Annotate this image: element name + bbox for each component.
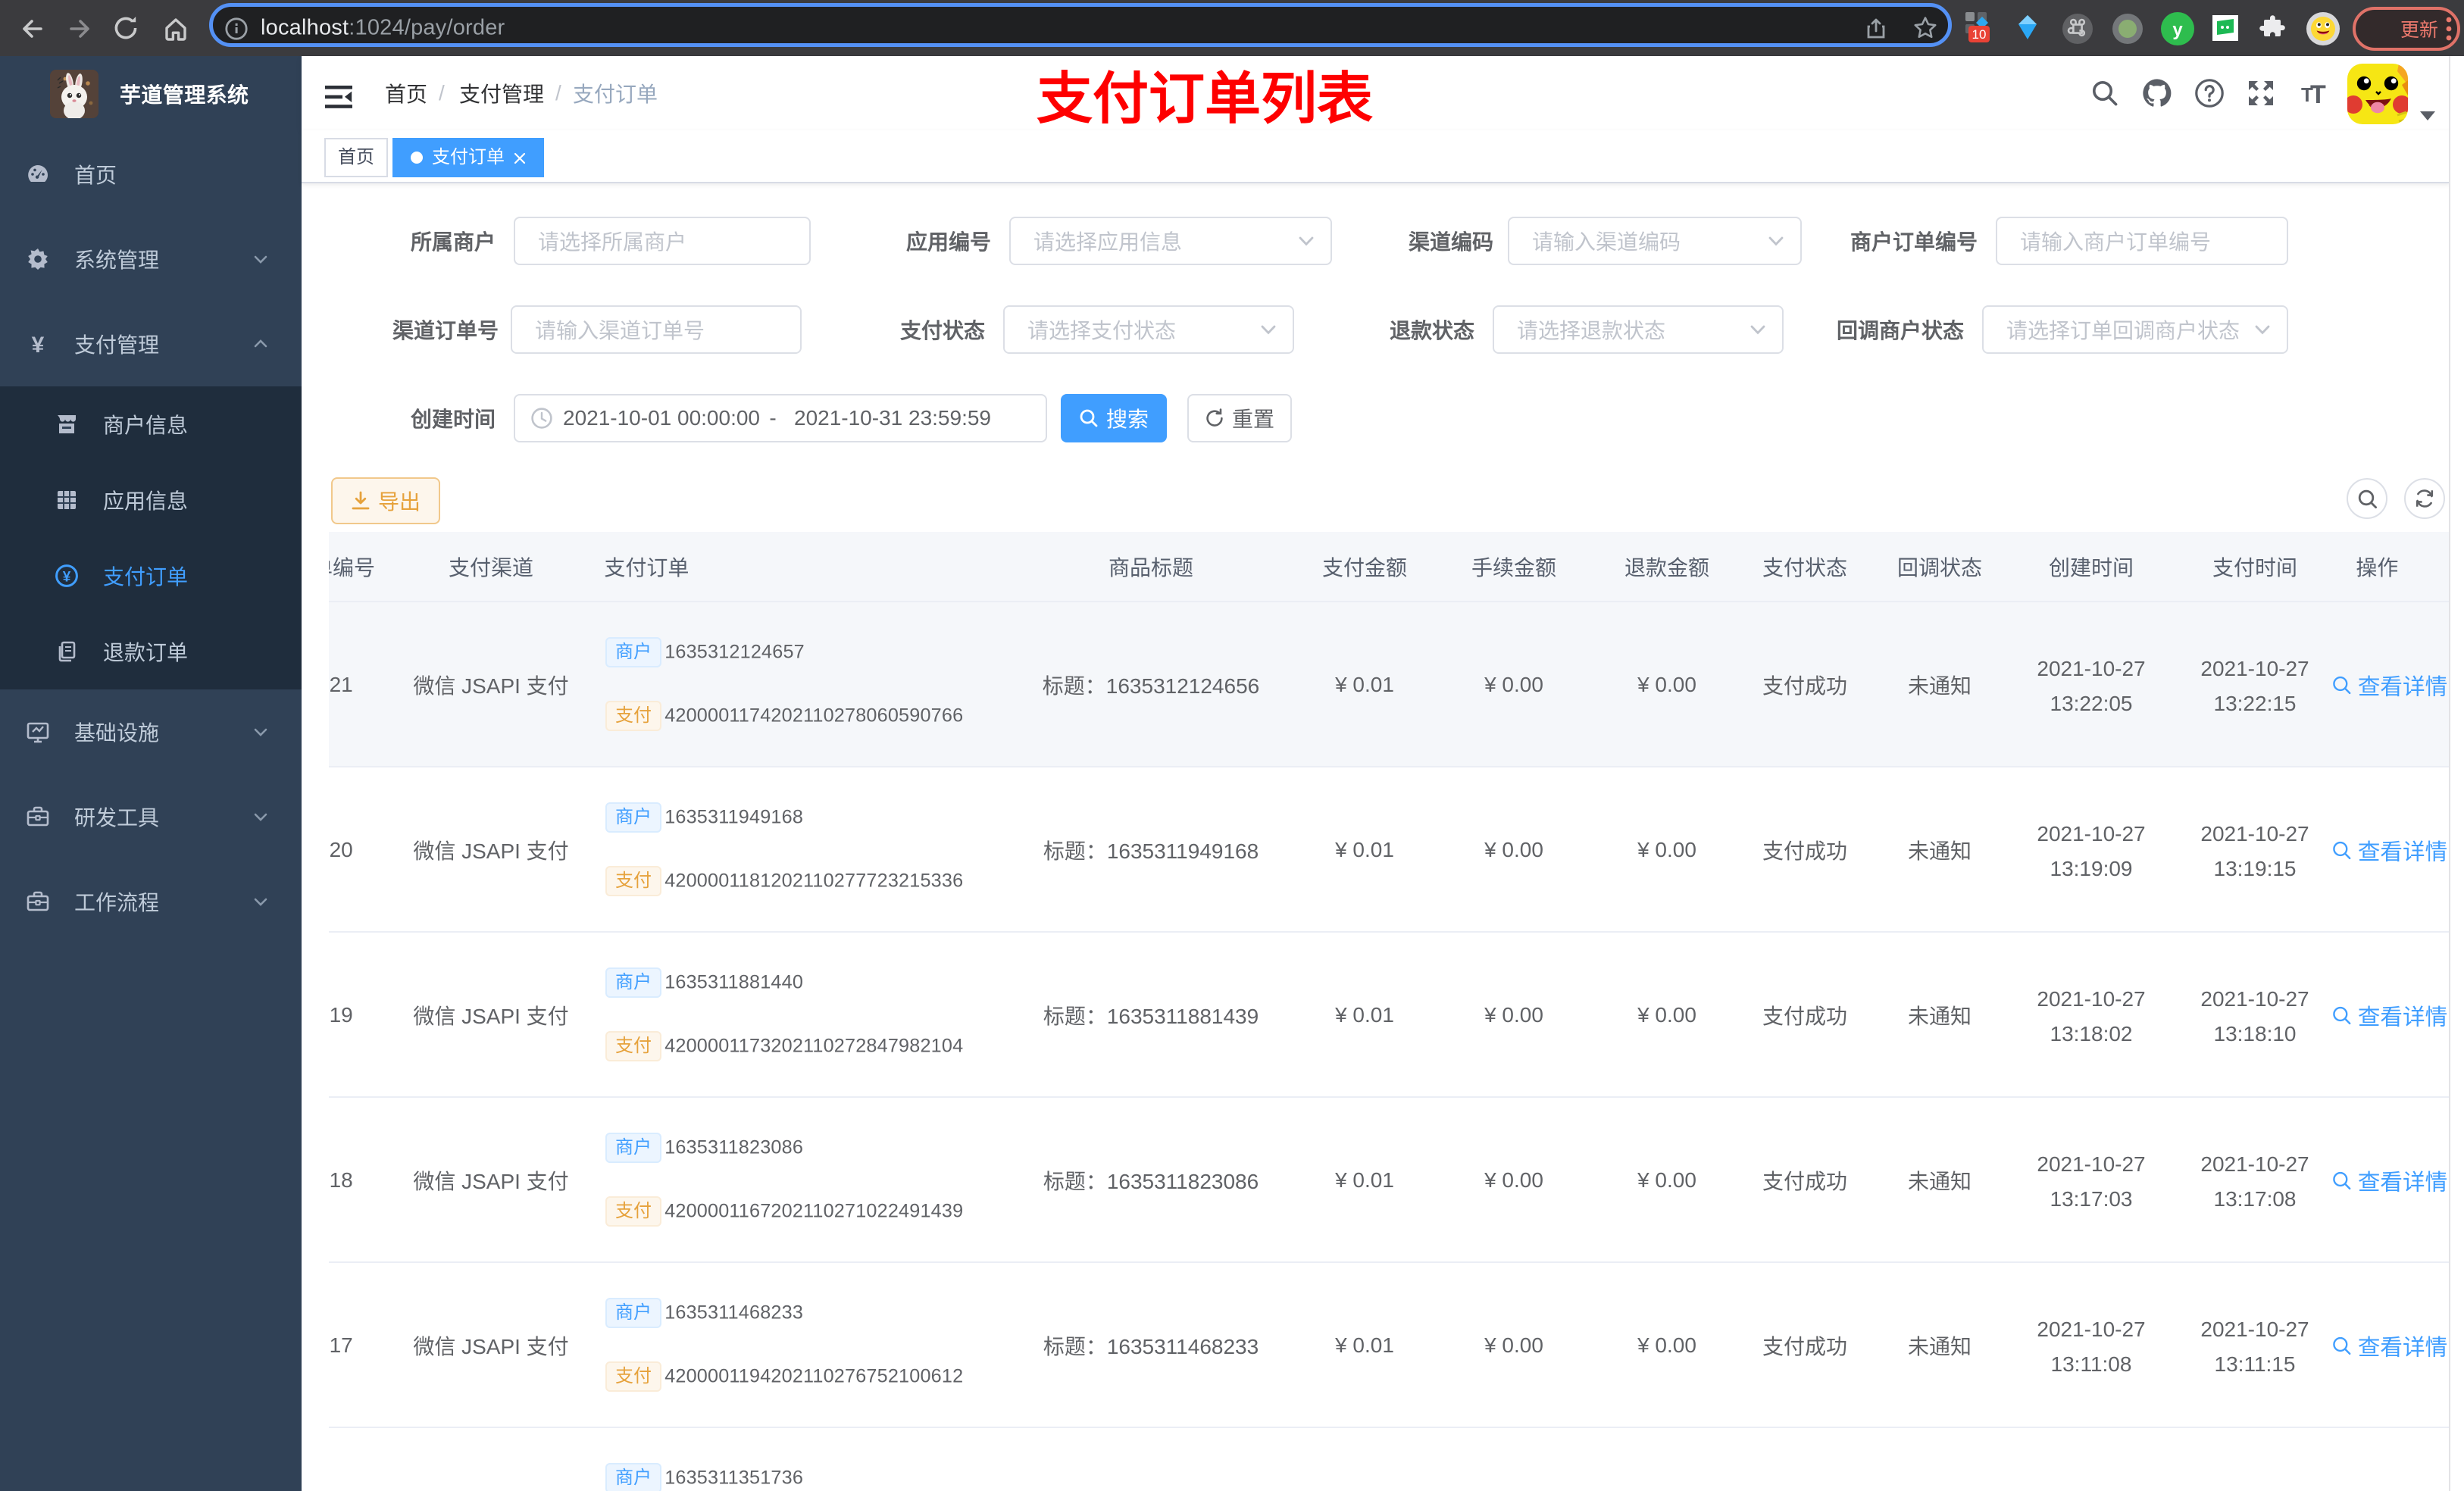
svg-text:¥: ¥ [32,333,45,356]
svg-text:10: 10 [1972,27,1987,42]
svg-text:T: T [2310,80,2326,108]
svg-text:y: y [2172,20,2183,40]
svg-text:¥: ¥ [63,570,71,586]
